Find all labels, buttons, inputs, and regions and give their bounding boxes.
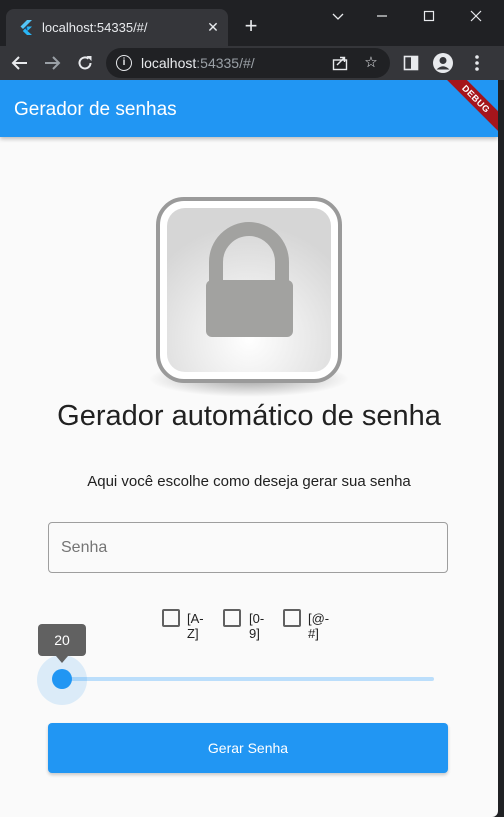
chevron-down-icon[interactable] xyxy=(324,4,352,28)
tab-strip: localhost:54335/#/ ✕ + xyxy=(0,0,504,46)
page-heading: Gerador automático de senha xyxy=(57,400,441,432)
url-path: :54335/#/ xyxy=(196,55,255,71)
side-panel-icon[interactable] xyxy=(399,51,423,75)
address-bar[interactable]: i localhost:54335/#/ ☆ xyxy=(106,48,390,78)
url-text[interactable]: localhost:54335/#/ xyxy=(141,55,255,71)
padlock-icon xyxy=(149,197,349,397)
arrow-left-icon[interactable] xyxy=(8,51,32,75)
tab-title: localhost:54335/#/ xyxy=(42,20,148,35)
close-icon[interactable] xyxy=(462,4,490,28)
browser-toolbar: i localhost:54335/#/ ☆ xyxy=(0,46,504,80)
slider-value-indicator: 20 xyxy=(38,624,86,656)
reload-icon[interactable] xyxy=(73,51,97,75)
close-icon[interactable]: ✕ xyxy=(204,18,222,36)
star-icon[interactable]: ☆ xyxy=(361,53,381,73)
checkbox-symbols[interactable] xyxy=(283,609,301,627)
site-info-icon[interactable]: i xyxy=(116,55,132,71)
option-label: [0-9] xyxy=(249,611,265,641)
minimize-icon[interactable] xyxy=(368,4,396,28)
app-title: Gerador de senhas xyxy=(14,99,177,120)
checkbox-digits[interactable] xyxy=(223,609,241,627)
password-field[interactable] xyxy=(48,522,448,573)
page-subtitle: Aqui você escolhe como deseja gerar sua … xyxy=(87,473,411,490)
browser-window: localhost:54335/#/ ✕ + i localhost:54335… xyxy=(0,0,504,817)
generate-password-button[interactable]: Gerar Senha xyxy=(48,723,448,773)
app-bar: Gerador de senhas DEBUG xyxy=(0,80,498,138)
password-input[interactable] xyxy=(61,523,431,572)
browser-tab[interactable]: localhost:54335/#/ ✕ xyxy=(6,9,228,46)
profile-icon[interactable] xyxy=(431,51,455,75)
checkbox-uppercase[interactable] xyxy=(162,609,180,627)
slider-value-pointer xyxy=(56,656,68,663)
length-slider-track[interactable] xyxy=(62,677,434,681)
share-icon[interactable] xyxy=(330,53,350,73)
option-label: [@-#] xyxy=(308,611,330,641)
app-viewport: Gerador de senhas DEBUG Gerador automáti… xyxy=(0,80,498,817)
length-slider-thumb[interactable] xyxy=(52,669,72,689)
url-host: localhost xyxy=(141,55,197,71)
kebab-menu-icon[interactable] xyxy=(465,51,489,75)
option-label: [A-Z] xyxy=(187,611,204,641)
flutter-favicon-icon xyxy=(20,20,32,35)
maximize-icon[interactable] xyxy=(415,4,443,28)
arrow-right-icon[interactable] xyxy=(40,51,64,75)
plus-icon[interactable]: + xyxy=(240,15,262,37)
debug-banner: DEBUG xyxy=(437,80,498,138)
window-border xyxy=(498,80,504,817)
